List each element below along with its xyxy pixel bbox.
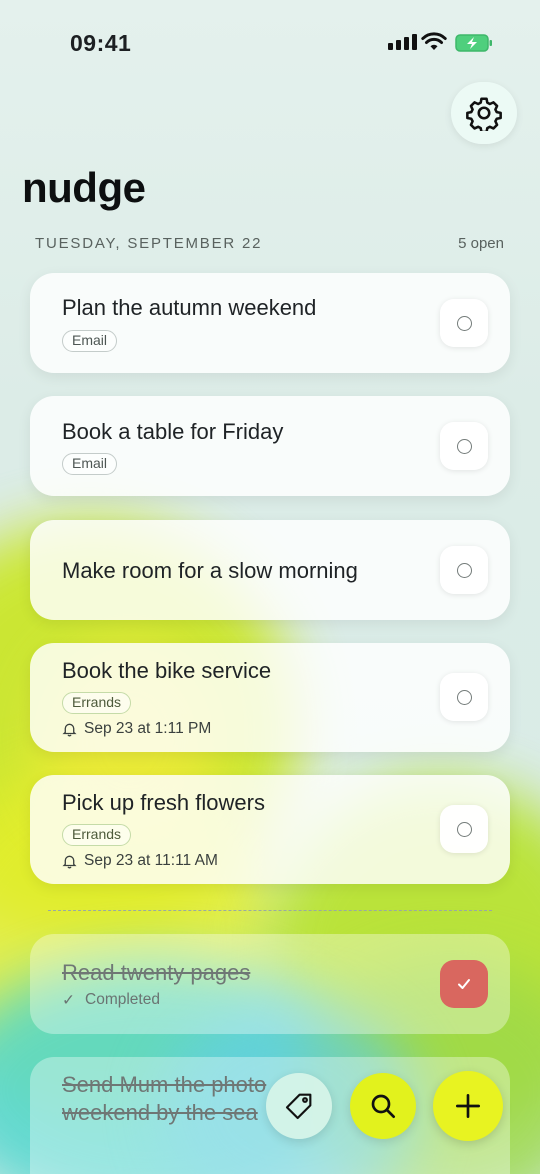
task-tag: Errands <box>62 824 132 846</box>
task-reminder: Sep 23 at 1:11 PM <box>62 720 211 738</box>
add-task-button[interactable] <box>433 1071 503 1141</box>
task-tag: Errands <box>62 692 132 714</box>
checkmark-icon: ✓ <box>62 992 75 1009</box>
open-count: 5 open <box>458 235 504 252</box>
task-title-line1: Send Mum the photo <box>62 1072 267 1097</box>
task-checkbox[interactable] <box>440 805 488 853</box>
battery-icon <box>455 34 492 52</box>
task-checkbox[interactable] <box>440 422 488 470</box>
date-label: TUESDAY, SEPTEMBER 22 <box>35 235 263 252</box>
task-card[interactable]: Book a table for Friday Email <box>30 396 510 496</box>
app-title: nudge <box>22 164 146 211</box>
task-title: Book the bike service <box>62 658 272 683</box>
task-checkbox[interactable] <box>440 546 488 594</box>
search-button[interactable] <box>350 1073 416 1139</box>
completed-label: Completed <box>85 991 160 1008</box>
reminder-text: Sep 23 at 11:11 AM <box>84 852 218 869</box>
bell-icon <box>62 855 77 869</box>
task-title-line2: weekend by the sea <box>62 1100 258 1125</box>
task-card[interactable]: Plan the autumn weekend Email <box>30 273 510 373</box>
task-tag: Email <box>62 330 118 352</box>
task-title: Book a table for Friday <box>62 419 284 444</box>
task-reminder: Sep 23 at 11:11 AM <box>62 852 218 870</box>
task-checkbox-checked[interactable] <box>440 960 488 1008</box>
task-card[interactable]: Pick up fresh flowers Errands Sep 23 at … <box>30 775 510 884</box>
completed-divider <box>48 910 492 911</box>
task-title: Pick up fresh flowers <box>62 790 265 815</box>
task-title: Make room for a slow morning <box>62 558 358 583</box>
task-checkbox[interactable] <box>440 673 488 721</box>
task-checkbox[interactable] <box>440 299 488 347</box>
wifi-icon <box>421 32 447 50</box>
completed-status: ✓ Completed <box>62 991 160 1010</box>
reminder-text: Sep 23 at 1:11 PM <box>84 720 212 737</box>
gear-icon <box>466 97 502 131</box>
task-title: Plan the autumn weekend <box>62 295 317 320</box>
settings-button[interactable] <box>451 82 517 144</box>
status-bar: 09:41 <box>0 0 540 88</box>
plus-icon <box>456 1094 480 1118</box>
task-card[interactable]: Make room for a slow morning <box>30 520 510 620</box>
search-icon <box>371 1094 395 1118</box>
tag-icon <box>285 1093 312 1120</box>
task-card[interactable]: Book the bike service Errands Sep 23 at … <box>30 643 510 752</box>
completed-task-card[interactable]: Read twenty pages ✓ Completed <box>30 934 510 1034</box>
bell-icon <box>62 723 77 737</box>
tags-button[interactable] <box>266 1073 332 1139</box>
checkmark-icon <box>458 979 470 989</box>
cellular-signal-icon <box>388 34 417 50</box>
task-title: Read twenty pages <box>62 960 251 985</box>
status-time: 09:41 <box>70 30 132 56</box>
task-tag: Email <box>62 453 118 475</box>
